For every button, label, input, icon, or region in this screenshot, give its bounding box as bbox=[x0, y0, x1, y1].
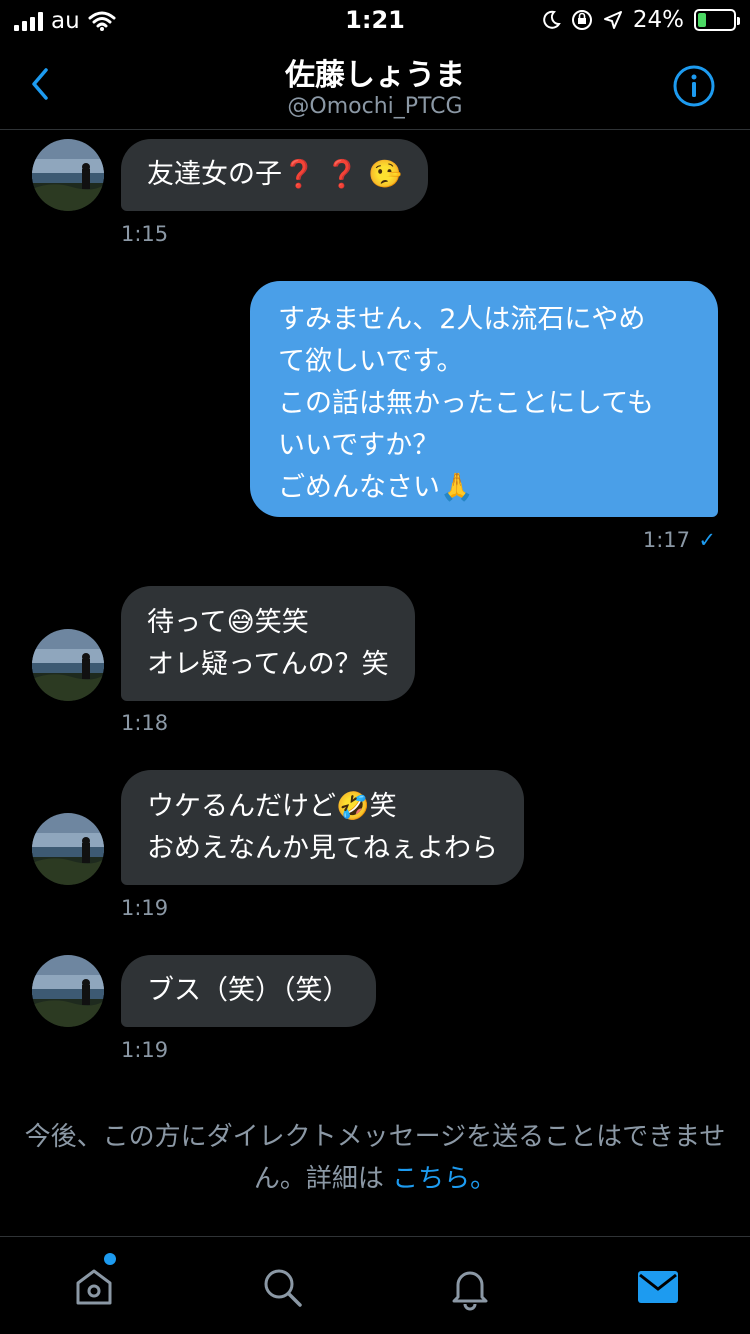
notice-text: 今後、この方にダイレクトメッセージを送ることはできません。詳細は bbox=[24, 1122, 726, 1194]
message-text: 友達女の子 bbox=[147, 159, 282, 190]
status-right: 24% bbox=[541, 7, 740, 33]
message-timestamp: 1:19 bbox=[121, 1038, 169, 1062]
battery-percent: 24% bbox=[632, 7, 684, 33]
contact-name: 佐藤しょうま bbox=[285, 58, 465, 93]
message-bubble-incoming[interactable]: 待って😅笑笑 オレ疑ってんの？笑 bbox=[121, 586, 415, 701]
search-icon[interactable] bbox=[258, 1263, 306, 1311]
home-icon[interactable] bbox=[70, 1263, 118, 1311]
message-line: ブス（笑）（笑） bbox=[147, 975, 350, 1006]
message-timestamp: 1:19 bbox=[121, 896, 169, 920]
message-line: オレ疑ってんの？笑 bbox=[147, 649, 389, 680]
message-line: ウケるんだけど🤣笑 bbox=[147, 791, 397, 822]
read-check-icon: ✓ bbox=[698, 528, 716, 552]
contact-avatar[interactable] bbox=[32, 813, 104, 885]
message-bubble-incoming[interactable]: 友達女の子❓ ❓ 🤥 bbox=[121, 139, 428, 211]
message-line: おめえなんか見てねぇよわら bbox=[147, 833, 498, 864]
message-emoji: ❓ ❓ 🤥 bbox=[282, 159, 402, 190]
message-timestamp: 1:17 bbox=[642, 528, 690, 552]
message-line: すみません、2人は流石にやめ bbox=[278, 304, 646, 335]
message-line: この話は無かったことにしても bbox=[278, 388, 654, 419]
contact-avatar[interactable] bbox=[32, 955, 104, 1027]
moon-icon bbox=[543, 10, 561, 29]
status-bar: au 1:21 24% bbox=[0, 0, 750, 40]
messages-icon[interactable] bbox=[634, 1263, 682, 1311]
message-bubble-outgoing[interactable]: すみません、2人は流石にやめ て欲しいです。 この話は無かったことにしても いい… bbox=[250, 281, 718, 517]
battery-icon bbox=[694, 9, 740, 31]
contact-avatar[interactable] bbox=[32, 629, 104, 701]
contact-handle: @Omochi_PTCG bbox=[287, 94, 463, 119]
message-line: て欲しいです。 bbox=[278, 346, 464, 377]
message-timestamp: 1:15 bbox=[121, 222, 169, 246]
orientation-lock-icon bbox=[571, 10, 592, 30]
contact-avatar[interactable] bbox=[32, 139, 104, 211]
conversation-header: 佐藤しょうま @Omochi_PTCG bbox=[0, 40, 750, 130]
bottom-tab-bar bbox=[0, 1236, 750, 1334]
battery-level bbox=[698, 13, 707, 27]
details-link[interactable]: こちら。 bbox=[392, 1164, 496, 1194]
message-line: 待って😅笑笑 bbox=[147, 607, 309, 638]
new-activity-dot bbox=[104, 1253, 116, 1265]
info-icon[interactable] bbox=[672, 64, 716, 108]
message-bubble-incoming[interactable]: ブス（笑）（笑） bbox=[121, 955, 376, 1027]
message-line: ごめんなさい🙏 bbox=[278, 472, 474, 503]
notifications-icon[interactable] bbox=[446, 1263, 494, 1311]
message-bubble-incoming[interactable]: ウケるんだけど🤣笑 おめえなんか見てねぇよわら bbox=[121, 770, 524, 885]
location-icon bbox=[603, 11, 622, 29]
dm-disabled-notice: 今後、この方にダイレクトメッセージを送ることはできません。詳細は こちら。 bbox=[0, 1116, 750, 1200]
message-line: いいですか？ bbox=[278, 430, 440, 461]
message-timestamp: 1:18 bbox=[121, 711, 169, 735]
